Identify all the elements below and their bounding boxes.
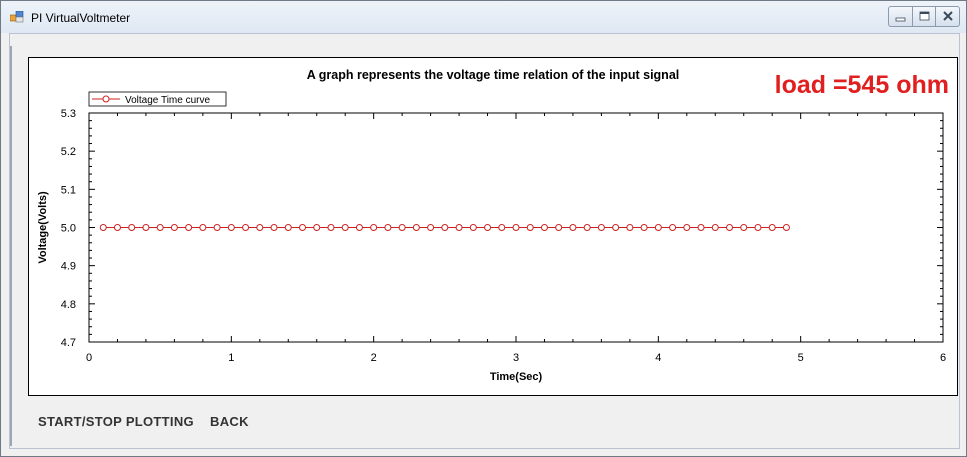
y-tick-label: 4.7 (61, 337, 76, 349)
data-point (612, 224, 620, 231)
load-annotation: load =545 ohm (775, 71, 949, 99)
window-title: PI VirtualVoltmeter (31, 11, 131, 25)
x-tick-label: 2 (371, 352, 377, 364)
data-point (227, 224, 235, 231)
x-axis-label: Time(Sec) (490, 371, 543, 383)
data-point (185, 224, 193, 231)
x-tick-label: 6 (940, 352, 946, 364)
data-point (370, 224, 378, 231)
data-point (327, 224, 335, 231)
title-bar[interactable]: PI VirtualVoltmeter (1, 1, 966, 33)
data-point (697, 224, 705, 231)
y-tick-label: 4.8 (61, 299, 76, 311)
series-voltage-time (99, 224, 790, 231)
close-button[interactable] (935, 7, 959, 26)
x-tick-label: 4 (655, 352, 661, 364)
data-point (626, 224, 634, 231)
data-point (142, 224, 150, 231)
data-point (740, 224, 748, 231)
data-point (597, 224, 605, 231)
data-point (284, 224, 292, 231)
data-point (669, 224, 677, 231)
data-point (583, 224, 591, 231)
data-point (469, 224, 477, 231)
app-icon (10, 11, 24, 23)
data-point (384, 224, 392, 231)
close-icon (943, 11, 953, 21)
data-point (170, 224, 178, 231)
data-point (242, 224, 250, 231)
data-point (540, 224, 548, 231)
data-point (498, 224, 506, 231)
x-tick-label: 1 (228, 352, 234, 364)
y-tick-label: 5.3 (61, 108, 76, 120)
data-point (156, 224, 164, 231)
data-point (412, 224, 420, 231)
data-point (526, 224, 534, 231)
start-stop-plotting-button[interactable]: START/STOP PLOTTING (38, 414, 194, 429)
data-point (398, 224, 406, 231)
data-point (754, 224, 762, 231)
data-point (726, 224, 733, 231)
data-point (341, 224, 349, 231)
legend-marker (102, 95, 110, 103)
data-point (569, 224, 577, 231)
data-point (768, 224, 776, 231)
data-point (512, 224, 520, 231)
x-tick-label: 3 (513, 352, 519, 364)
data-point (441, 224, 449, 231)
data-point (427, 224, 435, 231)
maximize-icon (919, 11, 930, 21)
legend-label: Voltage Time curve (125, 95, 210, 106)
data-point (299, 224, 306, 231)
data-point (355, 224, 363, 231)
legend: Voltage Time curve (88, 91, 227, 107)
data-point (683, 224, 691, 231)
data-point (782, 224, 790, 231)
data-point (313, 224, 321, 231)
data-point (654, 224, 662, 231)
minimize-icon (895, 17, 906, 22)
app-window: PI VirtualVoltmeter A graph represents t… (0, 0, 967, 457)
y-tick-label: 5.2 (61, 146, 76, 158)
data-point (199, 224, 207, 231)
voltage-time-chart: A graph represents the voltage time rela… (37, 68, 949, 383)
data-point (484, 224, 492, 231)
data-point (213, 224, 221, 231)
y-axis-label: Voltage(Volts) (37, 191, 49, 264)
data-point (455, 224, 463, 231)
data-point (99, 224, 107, 231)
data-point (711, 224, 719, 231)
data-point (113, 224, 121, 231)
data-point (128, 224, 136, 231)
axis-ticks: 0 1 2 3 4 5 6 4.7 4.8 4.9 5.0 5.1 5.2 5.3 (61, 108, 946, 364)
x-tick-label: 5 (798, 352, 804, 364)
data-point (256, 224, 264, 231)
scroll-edge (10, 46, 12, 446)
x-tick-label: 0 (86, 352, 92, 364)
y-tick-label: 5.1 (61, 184, 76, 196)
y-tick-label: 5.0 (61, 223, 76, 235)
y-tick-label: 4.9 (61, 261, 76, 273)
back-button[interactable]: BACK (210, 414, 249, 429)
window-controls (888, 6, 960, 27)
chart-panel: A graph represents the voltage time rela… (28, 57, 958, 396)
minimize-button[interactable] (889, 7, 912, 26)
data-point (555, 224, 563, 231)
data-point (640, 224, 648, 231)
data-point (270, 224, 278, 231)
maximize-button[interactable] (912, 7, 936, 26)
chart-title: A graph represents the voltage time rela… (307, 68, 680, 82)
